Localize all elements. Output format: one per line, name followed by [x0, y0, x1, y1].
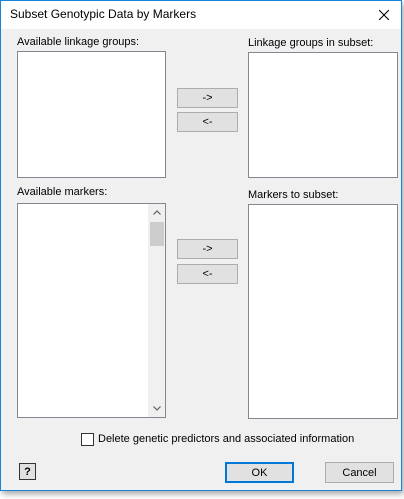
help-button[interactable]: ?	[19, 463, 36, 480]
markers-to-subset-list[interactable]	[248, 204, 398, 419]
close-button[interactable]	[367, 1, 401, 29]
add-linkage-group-button[interactable]: ->	[177, 88, 238, 108]
remove-marker-button[interactable]: <-	[177, 264, 238, 284]
remove-linkage-group-button[interactable]: <-	[177, 112, 238, 132]
close-icon	[379, 10, 389, 20]
scroll-up-arrow[interactable]	[149, 204, 165, 221]
scroll-thumb[interactable]	[150, 222, 164, 246]
scroll-down-arrow[interactable]	[149, 400, 165, 417]
ok-button[interactable]: OK	[225, 462, 294, 483]
available-linkage-groups-list[interactable]	[17, 51, 166, 178]
available-markers-list[interactable]	[17, 203, 166, 418]
delete-predictors-label[interactable]: Delete genetic predictors and associated…	[98, 433, 354, 445]
title-bar[interactable]: Subset Genotypic Data by Markers	[1, 1, 401, 29]
linkage-groups-in-subset-label: Linkage groups in subset:	[248, 37, 374, 49]
add-marker-button[interactable]: ->	[177, 239, 238, 259]
dialog-window: Subset Genotypic Data by Markers Availab…	[0, 0, 402, 491]
chevron-up-icon	[153, 210, 161, 215]
help-icon: ?	[24, 465, 31, 478]
available-markers-label: Available markers:	[17, 186, 108, 198]
chevron-down-icon	[153, 406, 161, 411]
markers-to-subset-label: Markers to subset:	[248, 189, 339, 201]
cancel-button[interactable]: Cancel	[325, 462, 394, 483]
available-linkage-groups-label: Available linkage groups:	[17, 36, 140, 48]
dialog-title: Subset Genotypic Data by Markers	[10, 7, 197, 21]
available-markers-scrollbar[interactable]	[148, 204, 165, 417]
delete-predictors-checkbox[interactable]	[81, 433, 94, 446]
linkage-groups-in-subset-list[interactable]	[248, 52, 398, 178]
